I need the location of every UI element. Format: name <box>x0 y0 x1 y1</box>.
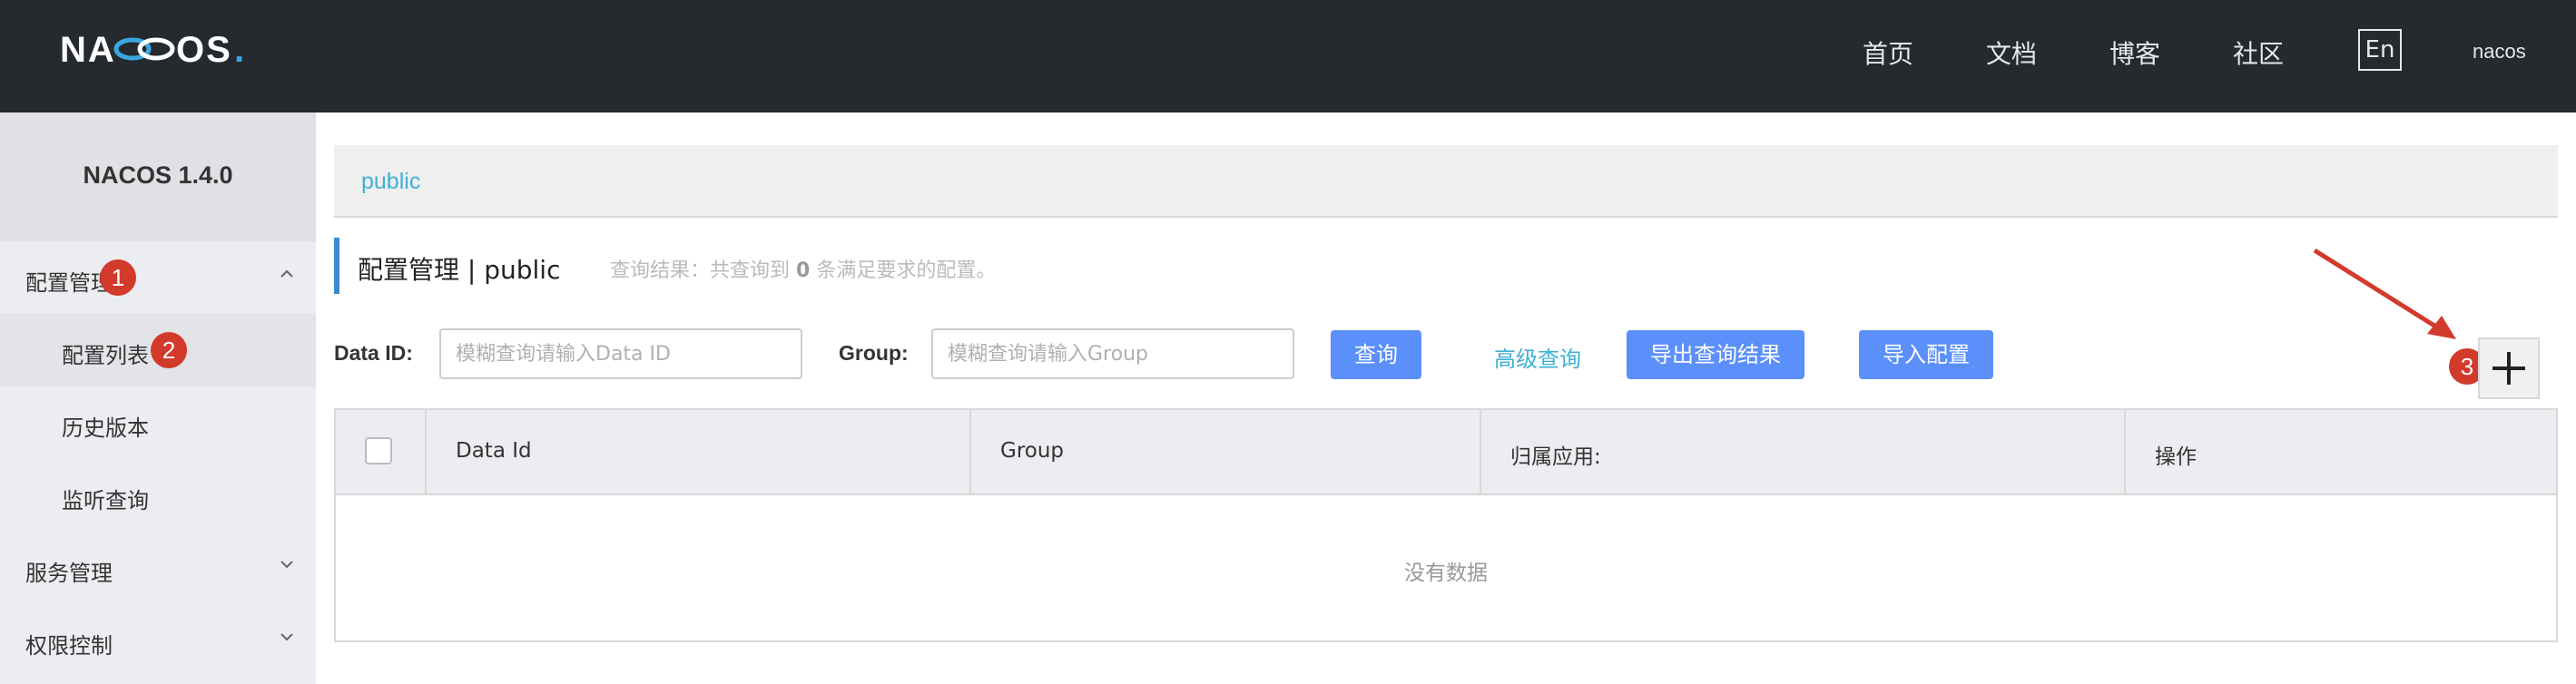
annotation-arrow <box>2313 248 2456 339</box>
annotation-badge-2: 2 <box>151 332 187 368</box>
sidebar-item-access-control[interactable]: 权限控制 <box>0 604 316 677</box>
svg-text:OS: OS <box>176 31 232 67</box>
select-all-column <box>336 410 427 493</box>
sidebar-item-label: 服务管理 <box>25 561 113 586</box>
data-id-label: Data ID: <box>334 341 413 365</box>
nav-blog[interactable]: 博客 <box>2109 34 2160 71</box>
top-navbar: NA OS . 首页 文档 博客 社区 En nacos <box>0 0 2576 112</box>
sidebar-item-listener-query[interactable]: 监听查询 <box>0 459 316 532</box>
empty-state-text: 没有数据 <box>1404 562 1488 585</box>
sidebar-item-label: 监听查询 <box>62 488 149 513</box>
svg-text:.: . <box>234 31 244 67</box>
column-label: Group <box>1000 439 1065 463</box>
column-header-actions: 操作 <box>2126 410 2556 493</box>
data-id-input[interactable] <box>439 328 802 379</box>
nav-community[interactable]: 社区 <box>2233 34 2284 71</box>
sidebar-item-history[interactable]: 历史版本 <box>0 386 316 459</box>
table-header: Data Id Group 归属应用: 操作 <box>336 410 2556 495</box>
config-table: Data Id Group 归属应用: 操作 没有数据 <box>334 408 2558 642</box>
group-input[interactable] <box>931 328 1294 379</box>
sidebar-item-config-management[interactable]: 配置管理 1 <box>0 241 316 314</box>
column-label: Data Id <box>456 439 532 463</box>
sidebar-item-service-management[interactable]: 服务管理 <box>0 532 316 604</box>
page-heading: 配置管理 | public 查询结果：共查询到 0 条满足要求的配置。 <box>334 238 1423 294</box>
namespace-public-link[interactable]: public <box>361 169 420 195</box>
annotation-badge-1: 1 <box>100 259 136 296</box>
sidebar-title: NACOS 1.4.0 <box>83 161 233 189</box>
chevron-down-icon <box>280 633 293 641</box>
user-name[interactable]: nacos <box>2473 40 2526 64</box>
language-switch-button[interactable]: En <box>2358 29 2402 71</box>
svg-text:NA: NA <box>60 31 116 67</box>
sidebar: NACOS 1.4.0 配置管理 1 配置列表 2 历史版本 监听查询 服务管理… <box>0 112 316 684</box>
nav-home[interactable]: 首页 <box>1863 34 1913 71</box>
sidebar-item-label: 历史版本 <box>62 415 149 441</box>
summary-prefix: 查询结果：共查询到 <box>610 259 791 282</box>
column-header-group[interactable]: Group <box>971 410 1481 493</box>
result-count: 0 <box>796 259 811 282</box>
namespace-bar: public <box>334 145 2558 218</box>
export-results-button[interactable]: 导出查询结果 <box>1627 330 1804 379</box>
heading-accent-bar <box>334 238 339 294</box>
sidebar-header: NACOS 1.4.0 <box>0 112 316 241</box>
column-header-data-id[interactable]: Data Id <box>427 410 971 493</box>
column-label: 归属应用: <box>1510 445 1601 469</box>
add-config-button[interactable] <box>2478 337 2540 399</box>
query-button[interactable]: 查询 <box>1331 330 1421 379</box>
chevron-down-icon <box>280 561 293 569</box>
sidebar-item-label: 配置列表 <box>62 343 149 368</box>
nacos-logo[interactable]: NA OS . <box>60 31 251 67</box>
nav-docs[interactable]: 文档 <box>1986 34 2037 71</box>
sidebar-item-config-list[interactable]: 配置列表 2 <box>0 314 316 386</box>
select-all-checkbox[interactable] <box>365 437 392 464</box>
plus-icon <box>2492 352 2525 385</box>
page-title: 配置管理 | public <box>358 255 561 285</box>
group-label: Group: <box>839 341 909 365</box>
sidebar-item-label: 权限控制 <box>25 633 113 659</box>
column-label: 操作 <box>2155 445 2197 469</box>
query-summary: 查询结果：共查询到 0 条满足要求的配置。 <box>610 254 996 283</box>
import-config-button[interactable]: 导入配置 <box>1859 330 1993 379</box>
summary-suffix: 条满足要求的配置。 <box>816 259 997 282</box>
advanced-query-link[interactable]: 高级查询 <box>1494 341 1581 373</box>
column-header-app[interactable]: 归属应用: <box>1481 410 2126 493</box>
chevron-up-icon <box>280 269 293 278</box>
